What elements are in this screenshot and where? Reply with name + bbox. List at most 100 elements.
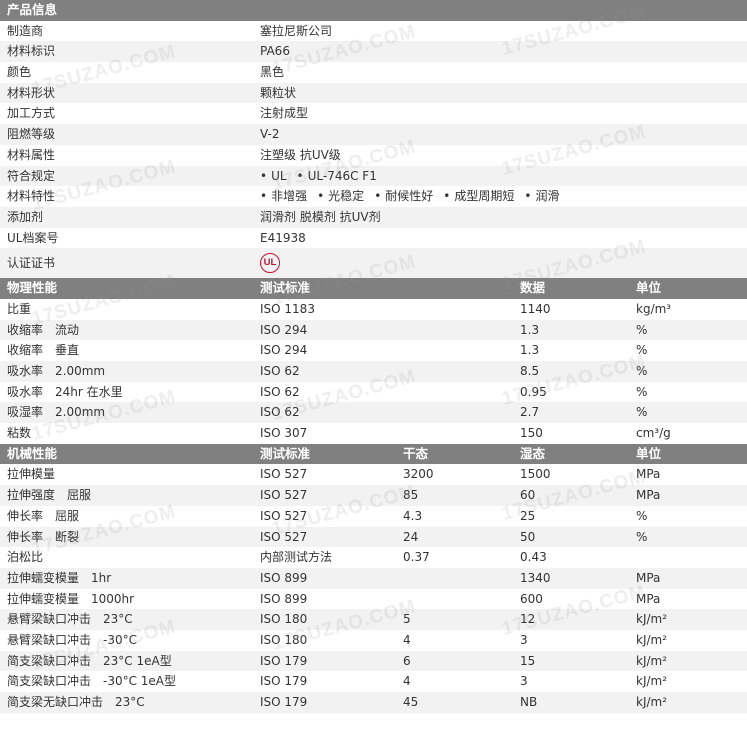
- unit: %: [636, 322, 648, 337]
- ul-certification-icon[interactable]: UL: [260, 252, 280, 273]
- column-header: 测试标准: [260, 280, 311, 296]
- row-value: 塞拉尼斯公司: [260, 23, 333, 38]
- row-value: E41938: [260, 230, 306, 245]
- list-item: 光稳定: [317, 189, 364, 203]
- dry-value: 24: [403, 529, 419, 544]
- table-row: 拉伸模量 ISO 527 3200 1500 MPa: [0, 464, 747, 485]
- row-label: 阻燃等级: [7, 127, 56, 142]
- property-name: 拉伸强度 屈服: [7, 488, 92, 503]
- unit: MPa: [636, 467, 661, 482]
- dry-value: 6: [403, 653, 411, 668]
- row-value: V-2: [260, 127, 280, 142]
- physical-rows: 比重 ISO 1183 1140 kg/m³ 收缩率 流动 ISO 294 1.…: [0, 299, 747, 444]
- table-row: 简支梁缺口冲击 23°C 1eA型 ISO 179 6 15 kJ/m²: [0, 650, 747, 672]
- wet-value: 1500: [520, 467, 551, 482]
- row-value: 注塑级 抗UV级: [260, 147, 341, 162]
- list-item: 成型周期短: [443, 189, 514, 203]
- table-row: 收缩率 垂直 ISO 294 1.3 %: [0, 340, 747, 361]
- wet-value: 25: [520, 508, 536, 523]
- wet-value: NB: [520, 695, 538, 709]
- unit: MPa: [636, 570, 661, 585]
- property-name: 简支梁缺口冲击 -30°C 1eA型: [7, 674, 177, 689]
- test-standard: ISO 62: [260, 364, 300, 378]
- row-value: 颗粒状: [260, 85, 297, 100]
- table-row: 简支梁缺口冲击 -30°C 1eA型 ISO 179 4 3 kJ/m²: [0, 671, 747, 692]
- table-row: 悬臂梁缺口冲击 -30°C ISO 180 4 3 kJ/m²: [0, 630, 747, 651]
- data-value: 2.7: [520, 405, 540, 420]
- unit: cm³/g: [636, 426, 671, 441]
- column-header: 物理性能: [7, 280, 58, 296]
- unit: kJ/m²: [636, 674, 668, 689]
- dry-value: 45: [403, 695, 419, 709]
- property-name: 伸长率 屈服: [7, 508, 80, 523]
- table-row: UL档案号 E41938: [0, 228, 747, 249]
- row-value: 润滑剂 脱模剂 抗UV剂: [260, 209, 381, 224]
- column-header: 机械性能: [7, 445, 58, 461]
- data-value: 8.5: [520, 364, 540, 378]
- data-value: 1.3: [520, 322, 540, 337]
- compliance-list: UL UL-746C F1: [260, 166, 680, 187]
- dry-value: 85: [403, 488, 419, 503]
- dry-value: 4.3: [403, 508, 423, 523]
- data-value: 1140: [520, 301, 551, 316]
- section-header-mechanical: 机械性能 测试标准 干态 湿态 单位: [0, 443, 747, 465]
- column-header: 测试标准: [260, 445, 311, 461]
- table-row: 简支梁无缺口冲击 23°C ISO 179 45 NB kJ/m²: [0, 692, 747, 713]
- test-standard: ISO 62: [260, 384, 300, 399]
- row-label: 符合规定: [7, 168, 56, 183]
- table-row: 伸长率 断裂 ISO 527 24 50 %: [0, 526, 747, 548]
- test-standard: ISO 527: [260, 467, 308, 482]
- data-value: 1.3: [520, 343, 540, 358]
- row-label: 材料形状: [7, 85, 56, 100]
- table-row: 材料属性 注塑级 抗UV级: [0, 145, 747, 166]
- test-standard: ISO 1183: [260, 301, 315, 316]
- section-title: 产品信息: [7, 2, 58, 17]
- property-name: 拉伸蠕变模量 1hr: [7, 570, 112, 585]
- table-row: 添加剂 润滑剂 脱模剂 抗UV剂: [0, 206, 747, 228]
- dry-value: 4: [403, 674, 411, 689]
- property-name: 悬臂梁缺口冲击 -30°C: [7, 632, 137, 647]
- column-header: 单位: [636, 280, 662, 296]
- datasheet: 产品信息 制造商 塞拉尼斯公司 材料标识 PA66 颜色 黑色 材料形状 颗粒状…: [0, 0, 747, 713]
- property-name: 吸湿率 2.00mm: [7, 405, 106, 420]
- table-row: 认证证书 UL: [0, 248, 747, 279]
- row-label: 添加剂: [7, 209, 44, 224]
- column-header: 数据: [520, 280, 546, 296]
- property-name: 吸水率 2.00mm: [7, 364, 106, 378]
- table-row: 比重 ISO 1183 1140 kg/m³: [0, 299, 747, 320]
- test-standard: ISO 527: [260, 508, 308, 523]
- unit: kJ/m²: [636, 653, 668, 668]
- property-name: 拉伸蠕变模量 1000hr: [7, 591, 135, 606]
- unit: %: [636, 364, 648, 378]
- dry-value: 0.37: [403, 550, 430, 565]
- table-row: 加工方式 注射成型: [0, 103, 747, 124]
- table-row: 材料形状 颗粒状: [0, 82, 747, 104]
- list-item: UL: [260, 169, 287, 183]
- table-row: 吸水率 2.00mm ISO 62 8.5 %: [0, 361, 747, 382]
- test-standard: ISO 180: [260, 612, 308, 627]
- unit: kJ/m²: [636, 695, 668, 709]
- test-standard: ISO 527: [260, 488, 308, 503]
- table-row: 拉伸强度 屈服 ISO 527 85 60 MPa: [0, 485, 747, 506]
- table-row: 阻燃等级 V-2: [0, 124, 747, 145]
- certificate-value: UL: [260, 248, 680, 278]
- table-row: 拉伸蠕变模量 1000hr ISO 899 600 MPa: [0, 589, 747, 610]
- section-header-product-info: 产品信息: [0, 0, 747, 21]
- column-header: 单位: [636, 445, 662, 461]
- property-name: 伸长率 断裂: [7, 529, 80, 544]
- table-row: 收缩率 流动 ISO 294 1.3 %: [0, 319, 747, 341]
- table-row: 悬臂梁缺口冲击 23°C ISO 180 5 12 kJ/m²: [0, 609, 747, 630]
- property-name: 收缩率 流动: [7, 322, 80, 337]
- row-label: 材料特性: [7, 189, 56, 204]
- row-label: 材料属性: [7, 147, 56, 162]
- property-name: 收缩率 垂直: [7, 343, 80, 358]
- list-item: 润滑: [524, 189, 559, 203]
- wet-value: 12: [520, 612, 536, 627]
- column-header: 干态: [403, 445, 429, 461]
- list-item: 耐候性好: [374, 189, 433, 203]
- wet-value: 50: [520, 529, 536, 544]
- test-standard: ISO 307: [260, 426, 308, 441]
- row-value: PA66: [260, 44, 290, 59]
- table-row: 吸湿率 2.00mm ISO 62 2.7 %: [0, 402, 747, 424]
- property-name: 简支梁无缺口冲击 23°C: [7, 695, 145, 709]
